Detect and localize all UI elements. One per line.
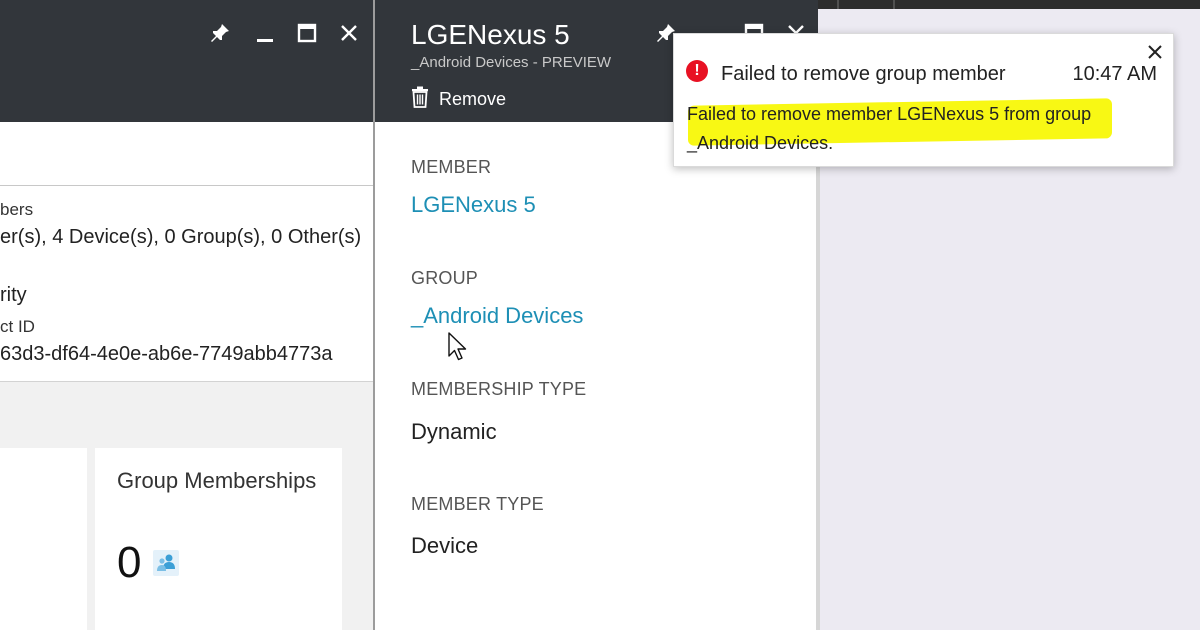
- top-strip-separator: [837, 0, 839, 9]
- members-value: er(s), 4 Device(s), 0 Group(s), 0 Other(…: [0, 226, 362, 248]
- tile-title: Group Memberships: [117, 468, 317, 493]
- remove-button[interactable]: Remove: [411, 86, 506, 113]
- top-strip: [815, 0, 1200, 9]
- top-strip-separator: [893, 0, 895, 9]
- member-label: MEMBER: [411, 157, 492, 177]
- group-blade-header: [0, 0, 373, 122]
- notification-time: 10:47 AM: [1072, 63, 1157, 85]
- member-type-label: MEMBER TYPE: [411, 494, 544, 514]
- minimize-icon[interactable]: [252, 20, 278, 46]
- blade-title: LGENexus 5: [411, 19, 570, 50]
- group-blade: bers er(s), 4 Device(s), 0 Group(s), 0 O…: [0, 0, 373, 630]
- close-icon[interactable]: [336, 20, 362, 46]
- blade-scrollbar[interactable]: [816, 122, 820, 630]
- maximize-icon[interactable]: [294, 20, 320, 46]
- notification-title: Failed to remove group member: [721, 63, 1006, 85]
- tile-count: 0: [117, 538, 142, 587]
- error-notification[interactable]: ! Failed to remove group member 10:47 AM…: [673, 33, 1174, 167]
- notification-message: Failed to remove member LGENexus 5 from …: [687, 104, 1092, 153]
- members-tile[interactable]: [0, 448, 87, 630]
- object-id-label: ct ID: [0, 317, 35, 336]
- group-link[interactable]: _Android Devices: [411, 303, 583, 329]
- member-link[interactable]: LGENexus 5: [411, 192, 536, 218]
- pin-icon[interactable]: [207, 20, 233, 46]
- close-icon[interactable]: [1145, 42, 1165, 62]
- blade-subtitle: _Android Devices - PREVIEW: [411, 54, 612, 71]
- membership-type-value: Dynamic: [411, 419, 497, 444]
- trash-icon: [411, 86, 429, 113]
- group-type-value: rity: [0, 284, 27, 306]
- member-type-value: Device: [411, 533, 479, 558]
- remove-label: Remove: [439, 89, 507, 109]
- mouse-cursor-icon: [448, 332, 468, 366]
- essentials-divider: [0, 185, 373, 186]
- members-label: bers: [0, 200, 34, 219]
- object-id-value: 63d3-df64-4e0e-ab6e-7749abb4773a: [0, 343, 333, 365]
- membership-type-label: MEMBERSHIP TYPE: [411, 379, 587, 399]
- group-label: GROUP: [411, 268, 479, 288]
- essentials-panel: bers er(s), 4 Device(s), 0 Group(s), 0 O…: [0, 122, 373, 382]
- group-icon: [153, 550, 179, 576]
- error-icon: !: [686, 60, 708, 82]
- group-memberships-tile[interactable]: Group Memberships 0: [95, 448, 342, 630]
